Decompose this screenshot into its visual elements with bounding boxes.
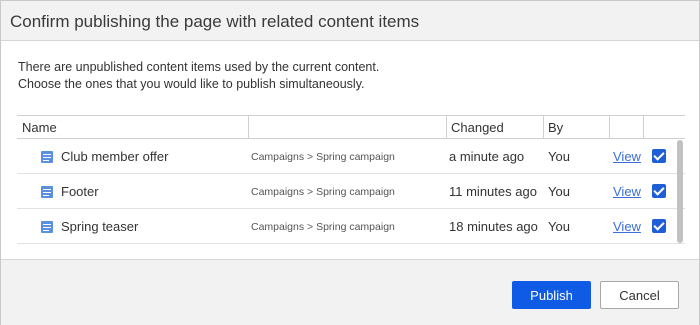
dialog-description: There are unpublished content items used…: [18, 59, 379, 93]
item-name: Spring teaser: [61, 219, 139, 234]
table-row[interactable]: Club member offer Campaigns > Spring cam…: [17, 139, 685, 174]
dialog-header: Confirm publishing the page with related…: [1, 1, 699, 41]
grid-scrollbar[interactable]: [677, 140, 683, 243]
view-link[interactable]: View: [613, 149, 641, 164]
cancel-button[interactable]: Cancel: [600, 281, 679, 309]
grid-header: Name Changed By: [17, 116, 685, 139]
publish-confirm-dialog: Confirm publishing the page with related…: [0, 0, 700, 325]
item-path: Campaigns > Spring campaign: [251, 186, 395, 198]
item-path: Campaigns > Spring campaign: [251, 151, 395, 163]
checkbox-checked-icon[interactable]: [652, 149, 666, 163]
checkbox-checked-icon[interactable]: [652, 184, 666, 198]
item-by: You: [548, 219, 570, 234]
item-changed: a minute ago: [449, 149, 525, 164]
item-name: Footer: [61, 184, 99, 199]
column-divider: [643, 116, 644, 138]
item-by: You: [548, 149, 570, 164]
description-line-2: Choose the ones that you would like to p…: [18, 77, 365, 91]
publish-button[interactable]: Publish: [512, 281, 591, 309]
view-link[interactable]: View: [613, 219, 641, 234]
column-header-path[interactable]: [248, 116, 446, 138]
dialog-title: Confirm publishing the page with related…: [10, 12, 420, 31]
item-name: Club member offer: [61, 149, 169, 164]
checkbox-checked-icon[interactable]: [652, 219, 666, 233]
content-items-grid: Name Changed By Club member offer Campai…: [17, 115, 685, 244]
item-by: You: [548, 184, 570, 199]
item-path: Campaigns > Spring campaign: [251, 221, 395, 233]
column-header-by[interactable]: By: [543, 116, 609, 138]
table-row[interactable]: Spring teaser Campaigns > Spring campaig…: [17, 209, 685, 244]
description-line-1: There are unpublished content items used…: [18, 60, 380, 74]
column-divider: [609, 116, 610, 138]
page-icon: [41, 186, 53, 198]
column-header-name[interactable]: Name: [17, 116, 248, 138]
column-header-changed[interactable]: Changed: [446, 116, 543, 138]
table-row[interactable]: Footer Campaigns > Spring campaign 11 mi…: [17, 174, 685, 209]
item-changed: 11 minutes ago: [449, 184, 537, 199]
dialog-footer: Publish Cancel: [1, 259, 699, 325]
page-icon: [41, 151, 53, 163]
page-icon: [41, 221, 53, 233]
item-changed: 18 minutes ago: [449, 219, 538, 234]
view-link[interactable]: View: [613, 184, 641, 199]
